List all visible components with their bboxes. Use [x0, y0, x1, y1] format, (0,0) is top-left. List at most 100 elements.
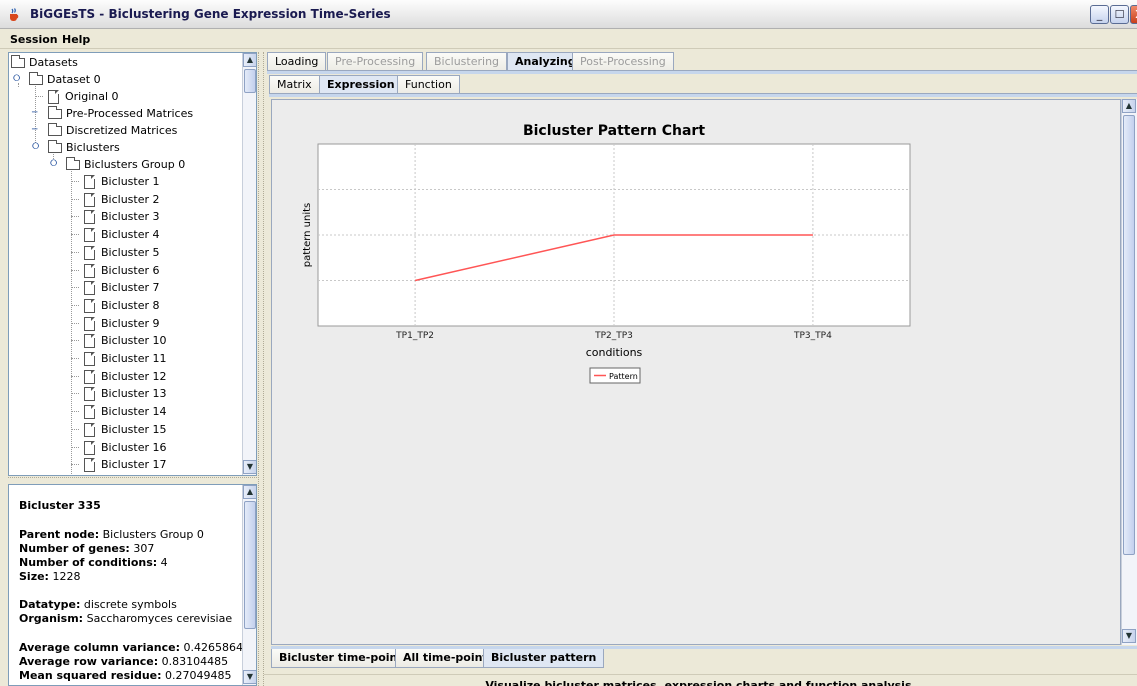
close-button[interactable]: X: [1130, 5, 1137, 24]
tab-post-processing[interactable]: Post-Processing: [572, 52, 674, 71]
info-scrollbar[interactable]: ▲ ▼: [242, 485, 256, 685]
scroll-down-arrow-icon[interactable]: ▼: [243, 460, 256, 474]
minimize-button[interactable]: _: [1090, 5, 1109, 24]
info-size: Size: 1228: [19, 570, 81, 583]
tree-node-bicluster[interactable]: Bicluster 13: [11, 385, 241, 402]
tree-node-label: Bicluster 6: [101, 263, 160, 277]
folder-icon: [48, 140, 62, 153]
file-icon: [84, 298, 95, 313]
tree-node-label: Bicluster 10: [101, 334, 167, 348]
tab-matrix[interactable]: Matrix: [269, 75, 320, 94]
x-tick-label: TP2_TP3: [594, 331, 633, 341]
file-icon: [84, 245, 95, 260]
scroll-up-arrow-icon[interactable]: ▲: [243, 53, 256, 67]
file-icon: [84, 228, 95, 243]
file-icon: [84, 210, 95, 225]
analyzing-subtabs: Matrix Expression Function: [269, 75, 1137, 95]
tab-biclustering[interactable]: Biclustering: [426, 52, 508, 71]
file-icon: [84, 405, 95, 420]
tree-node-label: Dataset 0: [47, 73, 101, 86]
tree-node-label: Bicluster 2: [101, 192, 160, 206]
dataset-tree: Datasets ⭘ Dataset 0 Original 0 ─ Pre-Pr…: [8, 52, 257, 476]
tree-node-dataset[interactable]: ⭘ Dataset 0: [11, 71, 241, 88]
window-titlebar: BiGGEsTS - Biclustering Gene Expression …: [0, 0, 1137, 29]
tab-pre-processing[interactable]: Pre-Processing: [327, 52, 424, 71]
maximize-button[interactable]: ☐: [1110, 5, 1129, 24]
collapsed-toggle-icon[interactable]: ─: [32, 122, 37, 139]
tree-node-biclusters[interactable]: ⭘ Biclusters: [11, 139, 241, 156]
scroll-down-arrow-icon[interactable]: ▼: [243, 670, 256, 684]
tab-bicluster-pattern[interactable]: Bicluster pattern: [483, 649, 605, 668]
status-bar: Visualize bicluster matrices, expression…: [264, 674, 1137, 686]
file-icon: [84, 281, 95, 296]
tree-node-bicluster[interactable]: Bicluster 12: [11, 368, 241, 385]
expanded-toggle-icon[interactable]: ⭘: [13, 71, 20, 88]
expanded-toggle-icon[interactable]: ⭘: [32, 139, 39, 156]
tree-node-bicluster[interactable]: Bicluster 4: [11, 226, 241, 243]
tree-node-label: Bicluster 17: [101, 458, 167, 472]
tree-scrollbar[interactable]: ▲ ▼: [242, 53, 256, 475]
file-icon: [48, 90, 59, 104]
pattern-chart: TP1_TP2 TP2_TP3 TP3_TP4 Bicluster Pattern C…: [302, 123, 911, 384]
tree-node-bicluster[interactable]: Bicluster 15: [11, 421, 241, 438]
tab-expression[interactable]: Expression: [319, 75, 403, 95]
menu-session[interactable]: Session: [10, 33, 58, 46]
expanded-toggle-icon[interactable]: ⭘: [50, 156, 57, 173]
tree-node-bicluster[interactable]: Bicluster 2: [11, 191, 241, 208]
tree-node-bicluster[interactable]: Bicluster 11: [11, 350, 241, 367]
tree-node-preprocessed[interactable]: ─ Pre-Processed Matrices: [11, 105, 241, 122]
menu-help[interactable]: Help: [62, 33, 90, 46]
file-icon: [84, 334, 95, 349]
tree-node-bicluster[interactable]: Bicluster 5: [11, 244, 241, 261]
info-organism: Organism: Saccharomyces cerevisiae: [19, 612, 233, 625]
x-tick-label: TP1_TP2: [395, 331, 434, 341]
tree-node-biclusters-group[interactable]: ⭘ Biclusters Group 0: [11, 156, 241, 173]
main-splitter[interactable]: [258, 52, 264, 686]
scroll-down-arrow-icon[interactable]: ▼: [1122, 629, 1136, 643]
tree-node-bicluster[interactable]: Bicluster 17: [11, 456, 241, 473]
scroll-up-arrow-icon[interactable]: ▲: [243, 485, 256, 499]
tree-node-bicluster[interactable]: Bicluster 8: [11, 297, 241, 314]
file-icon: [84, 175, 95, 189]
tree-node-label: Bicluster 15: [101, 422, 167, 436]
tree-node-bicluster[interactable]: Bicluster 9: [11, 315, 241, 332]
info-datatype: Datatype: discrete symbols: [19, 598, 177, 611]
tree-node-original[interactable]: Original 0: [11, 88, 241, 105]
file-icon: [84, 387, 95, 402]
tree-node-bicluster[interactable]: Bicluster 6: [11, 262, 241, 279]
tree-node-bicluster[interactable]: Bicluster 7: [11, 279, 241, 296]
left-panel-splitter[interactable]: [8, 477, 257, 483]
tree-node-label: Pre-Processed Matrices: [66, 107, 194, 120]
menu-bar: Session Help: [0, 29, 1137, 49]
window-title: BiGGEsTS - Biclustering Gene Expression …: [30, 7, 391, 21]
tree-node-bicluster[interactable]: Bicluster 14: [11, 403, 241, 420]
tree-node-bicluster[interactable]: Bicluster 16: [11, 439, 241, 456]
tree-node-discretized[interactable]: ─ Discretized Matrices: [11, 122, 241, 139]
tree-node-bicluster[interactable]: Bicluster 1: [11, 173, 241, 190]
file-icon: [84, 458, 95, 473]
tab-function[interactable]: Function: [397, 75, 460, 94]
collapsed-toggle-icon[interactable]: ─: [32, 105, 37, 122]
tree-node-label: Bicluster 4: [101, 228, 160, 242]
tree-node-datasets[interactable]: Datasets: [11, 54, 241, 71]
chart-title: Bicluster Pattern Chart: [523, 123, 705, 139]
scroll-thumb[interactable]: [244, 501, 256, 629]
x-axis-label: conditions: [586, 346, 643, 359]
tree-node-label: Datasets: [29, 56, 78, 69]
main-tabs-band: [267, 70, 1137, 74]
scroll-thumb[interactable]: [244, 69, 256, 93]
tab-loading[interactable]: Loading: [267, 52, 327, 71]
chart-scrollbar[interactable]: ▲ ▼: [1121, 99, 1137, 645]
tree-node-label: Bicluster 16: [101, 440, 167, 454]
scroll-thumb[interactable]: [1123, 115, 1135, 555]
tree-node-label: Bicluster 11: [101, 352, 167, 365]
scroll-up-arrow-icon[interactable]: ▲: [1122, 99, 1136, 113]
subtabs-band: [269, 93, 1137, 97]
tree-node-bicluster[interactable]: Bicluster 3: [11, 208, 241, 225]
tree-node-label: Original 0: [65, 90, 119, 103]
info-mean-squared-residue: Mean squared residue: 0.27049485: [19, 669, 232, 682]
info-parent-node: Parent node: Biclusters Group 0: [19, 528, 204, 541]
tree-node-label: Biclusters: [66, 141, 120, 154]
tree-node-bicluster[interactable]: Bicluster 10: [11, 332, 241, 349]
bicluster-info-panel: Bicluster 335 Parent node: Biclusters Gr…: [8, 484, 257, 686]
